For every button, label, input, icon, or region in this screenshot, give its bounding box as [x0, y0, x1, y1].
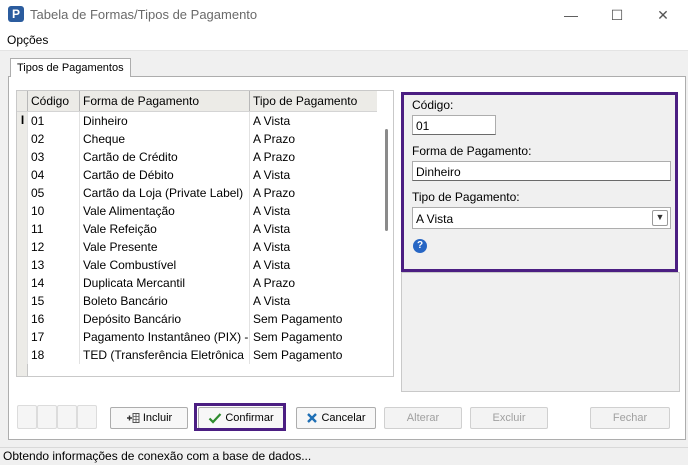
cell-codigo: 01: [27, 112, 79, 130]
cell-codigo: 02: [27, 130, 79, 148]
add-icon: [126, 413, 140, 424]
window-title: Tabela de Formas/Tipos de Pagamento: [30, 7, 258, 22]
cell-codigo: 17: [27, 328, 79, 346]
vertical-scrollbar[interactable]: [381, 111, 393, 366]
cell-tipo: A Vista: [249, 166, 377, 184]
cell-forma: Vale Presente: [79, 238, 249, 256]
cell-tipo: A Prazo: [249, 274, 377, 292]
cell-tipo: A Vista: [249, 292, 377, 310]
cell-tipo: A Prazo: [249, 148, 377, 166]
table-row[interactable]: 17 Pagamento Instantâneo (PIX) - Sem Paga…: [27, 328, 377, 346]
cancelar-button[interactable]: Cancelar: [296, 407, 376, 429]
payment-grid[interactable]: Código Forma de Pagamento Tipo de Pagame…: [16, 90, 394, 377]
cell-codigo: 03: [27, 148, 79, 166]
cell-codigo: 11: [27, 220, 79, 238]
table-row[interactable]: 04 Cartão de Débito A Vista: [27, 166, 377, 184]
title-bar: P Tabela de Formas/Tipos de Pagamento — …: [0, 0, 688, 30]
menu-bar: Opções: [0, 30, 688, 51]
table-row[interactable]: 01 Dinheiro A Vista: [27, 112, 377, 130]
side-empty-box: [401, 272, 680, 392]
vertical-scroll-thumb[interactable]: [385, 129, 388, 231]
cell-forma: Dinheiro: [79, 112, 249, 130]
cell-codigo: 15: [27, 292, 79, 310]
tipo-select[interactable]: A Vista ▼: [412, 207, 671, 229]
codigo-field[interactable]: 01: [412, 115, 496, 135]
codigo-label: Código:: [412, 98, 454, 112]
column-header-forma[interactable]: Forma de Pagamento: [79, 91, 249, 111]
cell-codigo: 04: [27, 166, 79, 184]
cell-forma: Duplicata Mercantil: [79, 274, 249, 292]
cell-tipo: A Prazo: [249, 184, 377, 202]
table-row[interactable]: 14 Duplicata Mercantil A Prazo: [27, 274, 377, 292]
close-button[interactable]: ✕: [640, 0, 686, 30]
cell-tipo: A Vista: [249, 256, 377, 274]
maximize-button[interactable]: ☐: [594, 0, 640, 30]
cancelar-label: Cancelar: [321, 412, 366, 424]
cell-forma: Boleto Bancário: [79, 292, 249, 310]
nav-first-button[interactable]: [17, 405, 37, 429]
cell-forma: Vale Refeição: [79, 220, 249, 238]
nav-next-button[interactable]: [57, 405, 77, 429]
cell-codigo: 10: [27, 202, 79, 220]
minimize-button[interactable]: —: [548, 0, 594, 30]
tipo-label: Tipo de Pagamento:: [412, 190, 520, 204]
menu-opcoes[interactable]: Opções: [7, 33, 48, 47]
cell-tipo: A Vista: [249, 220, 377, 238]
cell-tipo: A Prazo: [249, 130, 377, 148]
column-header-tipo[interactable]: Tipo de Pagamento: [249, 91, 377, 111]
cell-tipo: A Vista: [249, 202, 377, 220]
confirmar-highlight: [194, 403, 286, 431]
app-icon: P: [8, 6, 24, 22]
table-row[interactable]: 02 Cheque A Prazo: [27, 130, 377, 148]
incluir-button[interactable]: Incluir: [110, 407, 188, 429]
column-header-codigo[interactable]: Código: [27, 91, 79, 111]
table-row[interactable]: 13 Vale Combustível A Vista: [27, 256, 377, 274]
excluir-button[interactable]: Excluir: [470, 407, 548, 429]
cell-codigo: 05: [27, 184, 79, 202]
tipo-select-value: A Vista: [416, 212, 454, 226]
cell-codigo: 12: [27, 238, 79, 256]
fechar-button[interactable]: Fechar: [590, 407, 670, 429]
table-row[interactable]: 18 TED (Transferência Eletrônica Sem Pagam…: [27, 346, 377, 364]
chevron-down-icon[interactable]: ▼: [652, 210, 668, 226]
forma-field[interactable]: Dinheiro: [412, 161, 671, 181]
table-row[interactable]: 12 Vale Presente A Vista: [27, 238, 377, 256]
table-row[interactable]: 16 Depósito Bancário Sem Pagamento: [27, 310, 377, 328]
table-row[interactable]: 03 Cartão de Crédito A Prazo: [27, 148, 377, 166]
status-bar: Obtendo informações de conexão com a bas…: [0, 447, 688, 465]
table-row[interactable]: 10 Vale Alimentação A Vista: [27, 202, 377, 220]
cell-tipo: Sem Pagamento: [249, 328, 377, 346]
cell-codigo: 16: [27, 310, 79, 328]
alterar-button[interactable]: Alterar: [384, 407, 462, 429]
cell-forma: Cheque: [79, 130, 249, 148]
grid-header: Código Forma de Pagamento Tipo de Pagame…: [17, 91, 377, 112]
detail-form-panel: Código: 01 Forma de Pagamento: Dinheiro …: [401, 92, 678, 272]
cell-codigo: 14: [27, 274, 79, 292]
table-row[interactable]: 05 Cartão da Loja (Private Label) A Prazo: [27, 184, 377, 202]
tab-tipos-de-pagamentos[interactable]: Tipos de Pagamentos: [10, 58, 131, 77]
nav-last-button[interactable]: [77, 405, 97, 429]
table-row[interactable]: 15 Boleto Bancário A Vista: [27, 292, 377, 310]
cell-forma: Vale Alimentação: [79, 202, 249, 220]
cell-codigo: 13: [27, 256, 79, 274]
table-row[interactable]: 11 Vale Refeição A Vista: [27, 220, 377, 238]
cell-forma: TED (Transferência Eletrônica: [79, 346, 249, 364]
cancel-x-icon: [307, 413, 318, 423]
cell-forma: Pagamento Instantâneo (PIX) -: [79, 328, 249, 346]
cell-forma: Cartão de Débito: [79, 166, 249, 184]
cell-tipo: Sem Pagamento: [249, 346, 377, 364]
cell-forma: Vale Combustível: [79, 256, 249, 274]
nav-prev-button[interactable]: [37, 405, 57, 429]
cell-tipo: A Vista: [249, 238, 377, 256]
incluir-label: Incluir: [142, 412, 173, 424]
help-icon[interactable]: ?: [413, 239, 427, 253]
cell-forma: Cartão da Loja (Private Label): [79, 184, 249, 202]
cell-tipo: A Vista: [249, 112, 377, 130]
cell-forma: Cartão de Crédito: [79, 148, 249, 166]
forma-label: Forma de Pagamento:: [412, 144, 532, 158]
cell-forma: Depósito Bancário: [79, 310, 249, 328]
cell-codigo: 18: [27, 346, 79, 364]
cell-tipo: Sem Pagamento: [249, 310, 377, 328]
current-row-indicator: I: [20, 113, 25, 127]
